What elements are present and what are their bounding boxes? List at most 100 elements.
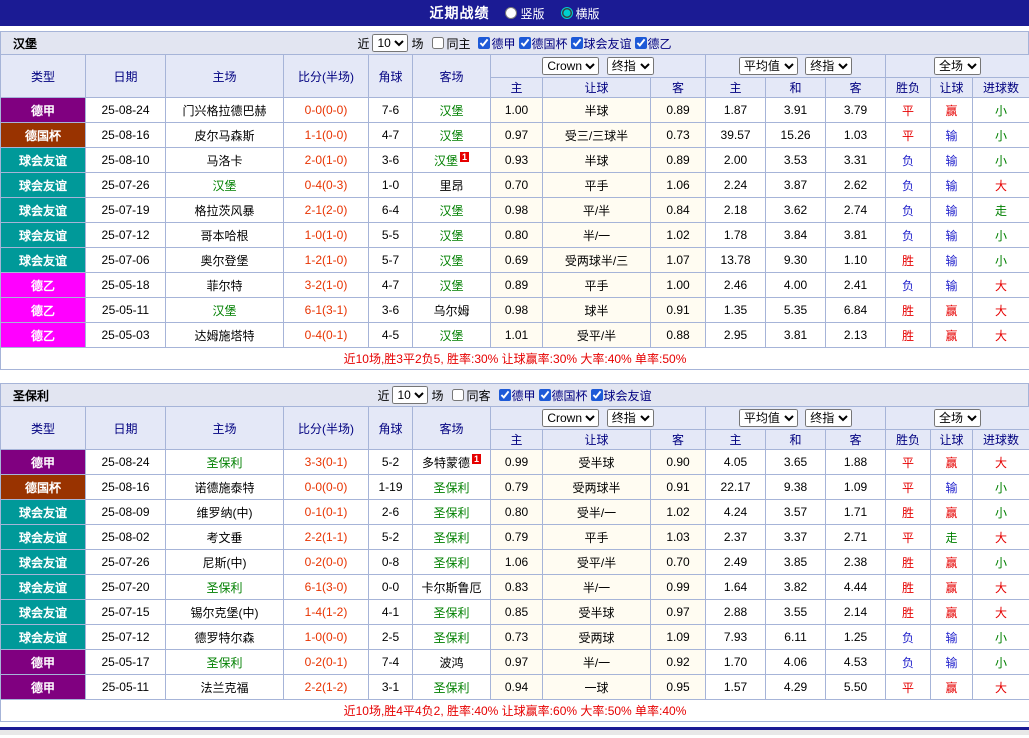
team-link[interactable]: 汉堡 — [439, 254, 463, 268]
team-link[interactable]: 考文垂 — [206, 531, 242, 545]
team-link[interactable]: 圣保利 — [433, 631, 469, 645]
league-checkbox[interactable] — [570, 37, 583, 49]
team-link[interactable]: 汉堡 — [212, 179, 236, 193]
team-link[interactable]: 汉堡 — [439, 229, 463, 243]
goals-result: 大 — [972, 449, 1029, 475]
league-type-badge: 球会友谊 — [0, 147, 86, 173]
same-venue-filter[interactable]: 同客 — [452, 387, 491, 404]
score-cell: 0-4(0-3) — [283, 172, 369, 198]
league-checkbox[interactable] — [518, 37, 531, 49]
handicap-line: 平手 — [542, 272, 651, 298]
team-link[interactable]: 维罗纳(中) — [197, 506, 253, 520]
match-count-select[interactable]: 10 — [372, 34, 409, 52]
team-link[interactable]: 汉堡 — [439, 279, 463, 293]
league-checkbox[interactable] — [590, 389, 603, 401]
team-link[interactable]: 汉堡 — [434, 154, 458, 168]
score-cell: 1-2(1-0) — [283, 247, 369, 273]
team-link[interactable]: 汉堡 — [439, 104, 463, 118]
layout-horizontal-option[interactable]: 横版 — [560, 5, 600, 22]
team-link[interactable]: 圣保利 — [433, 556, 469, 570]
team-link[interactable]: 马洛卡 — [206, 154, 242, 168]
league-filter-option[interactable]: 球会友谊 — [590, 387, 652, 404]
goals-result: 小 — [972, 122, 1029, 148]
team-link[interactable]: 法兰克福 — [200, 681, 248, 695]
full-match-select[interactable]: 全场 — [934, 409, 982, 427]
league-checkbox[interactable] — [478, 37, 491, 49]
average-select[interactable]: 平均值 — [738, 57, 798, 75]
team-link[interactable]: 哥本哈根 — [200, 229, 248, 243]
average-group-header: 平均值 终指 — [705, 54, 887, 78]
league-filter-option[interactable]: 球会友谊 — [570, 35, 632, 52]
final-odds-select-2[interactable]: 终指 — [805, 57, 853, 75]
average-select[interactable]: 平均值 — [738, 409, 798, 427]
team-link[interactable]: 圣保利 — [433, 606, 469, 620]
league-filter-option[interactable]: 德甲 — [478, 35, 516, 52]
bookmaker-select[interactable]: Crown — [542, 57, 600, 75]
same-venue-filter[interactable]: 同主 — [432, 35, 470, 52]
team-link[interactable]: 乌尔姆 — [433, 304, 469, 318]
final-odds-select-1[interactable]: 终指 — [606, 409, 654, 427]
avg-away-odds: 2.41 — [825, 272, 887, 298]
team-link[interactable]: 圣保利 — [433, 681, 469, 695]
league-filter-option[interactable]: 德国杯 — [538, 387, 588, 404]
same-venue-label: 同客 — [466, 388, 491, 403]
horizontal-radio[interactable] — [560, 7, 573, 19]
match-date: 25-07-12 — [85, 624, 166, 650]
layout-vertical-option[interactable]: 竖版 — [505, 5, 545, 22]
bookmaker-select[interactable]: Crown — [542, 409, 600, 427]
avg-draw-odds: 3.82 — [765, 574, 827, 600]
summary-row: 近10场,胜4平4负2, 胜率:40% 让球赢率:60% 大率:50% 单率:4… — [0, 699, 1029, 722]
team-link[interactable]: 汉堡 — [212, 304, 236, 318]
team-link[interactable]: 汉堡 — [439, 129, 463, 143]
team-link[interactable]: 皮尔马森斯 — [194, 129, 254, 143]
same-venue-checkbox[interactable] — [452, 389, 465, 401]
red-card-count: 1 — [472, 453, 482, 464]
team-link[interactable]: 德罗特尔森 — [194, 631, 254, 645]
goals-result: 小 — [972, 624, 1029, 650]
league-filter-option[interactable]: 德甲 — [498, 387, 536, 404]
league-filter-option[interactable]: 德国杯 — [518, 35, 568, 52]
team-link[interactable]: 达姆施塔特 — [194, 329, 254, 343]
wdl-result: 胜 — [885, 499, 932, 525]
league-checkbox[interactable] — [538, 389, 551, 401]
away-team: 汉堡 — [412, 97, 491, 123]
vertical-radio[interactable] — [505, 7, 518, 19]
team-link[interactable]: 奥尔登堡 — [200, 254, 248, 268]
avg-home-odds: 2.95 — [705, 322, 767, 348]
full-match-select[interactable]: 全场 — [934, 57, 982, 75]
team-link[interactable]: 锡尔克堡(中) — [191, 606, 259, 620]
recent-form-table: 类型 日期 主场 比分(半场) 角球 客场 Crown 终指 平均值 终指 全场 — [0, 54, 1029, 370]
col-type: 类型 — [0, 54, 86, 98]
final-odds-select-1[interactable]: 终指 — [606, 57, 654, 75]
filter-controls: 近 10 场 同客 德甲 德国杯 球会友谊 — [377, 386, 652, 404]
wdl-result: 负 — [885, 272, 932, 298]
final-odds-select-2[interactable]: 终指 — [805, 409, 853, 427]
avg-home-odds: 2.18 — [705, 197, 767, 223]
team-link[interactable]: 圣保利 — [206, 581, 242, 595]
team-link[interactable]: 波鸿 — [439, 656, 463, 670]
team-link[interactable]: 圣保利 — [206, 656, 242, 670]
team-link[interactable]: 尼斯(中) — [203, 556, 247, 570]
team-link[interactable]: 门兴格拉德巴赫 — [182, 104, 266, 118]
team-link[interactable]: 菲尔特 — [206, 279, 242, 293]
team-link[interactable]: 汉堡 — [439, 329, 463, 343]
league-type-badge: 德乙 — [0, 297, 86, 323]
away-team: 圣保利 — [412, 674, 491, 700]
team-link[interactable]: 里昂 — [439, 179, 463, 193]
match-count-select[interactable]: 10 — [392, 386, 429, 404]
team-link[interactable]: 圣保利 — [206, 456, 242, 470]
team-link[interactable]: 圣保利 — [433, 481, 469, 495]
team-link[interactable]: 多特蒙德 — [422, 456, 470, 470]
team-link[interactable]: 卡尔斯鲁厄 — [421, 581, 481, 595]
match-row: 德甲 25-08-24 圣保利 3-3(0-1) 5-2 多特蒙德 1 0.99 受半球 0.90… — [0, 449, 1029, 475]
score-cell: 0-4(0-1) — [283, 322, 369, 348]
team-link[interactable]: 格拉茨风暴 — [194, 204, 254, 218]
team-link[interactable]: 圣保利 — [433, 531, 469, 545]
league-checkbox[interactable] — [634, 37, 647, 49]
team-link[interactable]: 汉堡 — [439, 204, 463, 218]
league-filter-option[interactable]: 德乙 — [634, 35, 672, 52]
team-link[interactable]: 诺德施泰特 — [194, 481, 254, 495]
same-venue-checkbox[interactable] — [432, 37, 445, 49]
league-checkbox[interactable] — [498, 389, 511, 401]
team-link[interactable]: 圣保利 — [433, 506, 469, 520]
